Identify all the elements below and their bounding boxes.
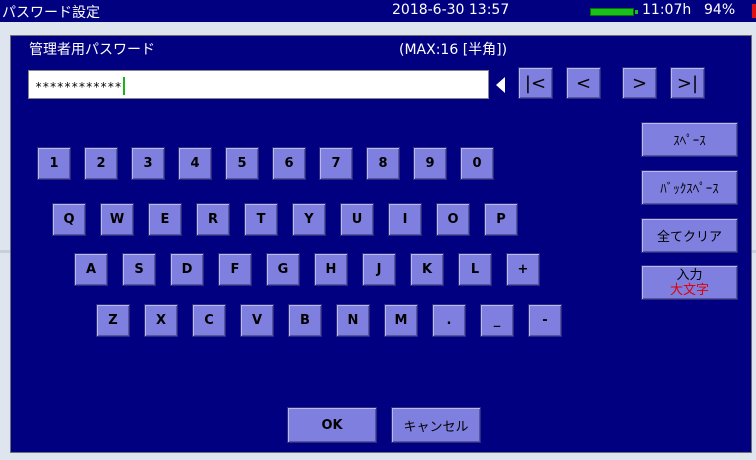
key-row4-7[interactable]: . [432,304,466,337]
key-row2-8[interactable]: O [436,203,470,236]
key-row4-4[interactable]: B [288,304,322,337]
cursor-left-triangle-icon[interactable] [496,77,505,93]
key-row4-5[interactable]: N [336,304,370,337]
key-row2-9[interactable]: P [484,203,518,236]
key-row1-8[interactable]: 9 [413,147,447,180]
datetime: 2018-6-30 13:57 [392,2,510,18]
input-mode-label: 大文字 [669,282,709,298]
key-row3-2[interactable]: D [170,253,204,286]
key-row2-0[interactable]: Q [52,203,86,236]
key-row4-0[interactable]: Z [96,304,130,337]
key-row4-9[interactable]: - [528,304,562,337]
backspace-button[interactable]: ﾊﾞｯｸｽﾍﾟｰｽ [641,170,738,205]
key-row3-7[interactable]: K [410,253,444,286]
key-row1-7[interactable]: 8 [366,147,400,180]
key-row3-6[interactable]: J [362,253,396,286]
key-row2-7[interactable]: I [388,203,422,236]
key-row1-1[interactable]: 2 [84,147,118,180]
key-row4-8[interactable]: _ [480,304,514,337]
status-bar: パスワード設定 2018-6-30 13:57 11:07h 94% [0,0,756,22]
space-button[interactable]: ｽﾍﾟｰｽ [641,122,738,157]
key-row4-6[interactable]: M [384,304,418,337]
key-row2-4[interactable]: T [244,203,278,236]
key-row1-5[interactable]: 6 [272,147,306,180]
cancel-button[interactable]: キャンセル [391,407,481,443]
key-row4-3[interactable]: V [240,304,274,337]
battery-percent: 94% [704,2,736,18]
key-row1-0[interactable]: 1 [37,147,71,180]
key-row1-6[interactable]: 7 [319,147,353,180]
input-label: 入力 [676,267,703,283]
cursor-next-button[interactable]: > [622,67,657,99]
key-row3-5[interactable]: H [314,253,348,286]
clear-all-button[interactable]: 全てクリア [641,218,738,253]
dialog-title: 管理者用パスワード [29,42,155,58]
key-row1-3[interactable]: 4 [178,147,212,180]
cursor-first-button[interactable]: |< [518,67,553,99]
cursor-prev-button[interactable]: < [566,67,601,99]
key-row4-1[interactable]: X [144,304,178,337]
key-row2-5[interactable]: Y [292,203,326,236]
battery-icon [590,8,638,16]
key-row3-8[interactable]: L [458,253,492,286]
alert-marker [752,4,756,18]
key-row3-0[interactable]: A [74,253,108,286]
key-row2-2[interactable]: E [148,203,182,236]
key-row3-4[interactable]: G [266,253,300,286]
battery-time: 11:07h [642,2,692,18]
cursor-last-button[interactable]: >| [670,67,705,99]
key-row3-9[interactable]: + [506,253,540,286]
key-row4-2[interactable]: C [192,304,226,337]
input-mode-button[interactable]: 入力 大文字 [641,265,738,300]
app-title: パスワード設定 [2,5,100,21]
key-row1-9[interactable]: 0 [460,147,494,180]
key-row1-4[interactable]: 5 [225,147,259,180]
key-row3-3[interactable]: F [218,253,252,286]
key-row2-3[interactable]: R [196,203,230,236]
password-input[interactable]: ************ [28,70,489,99]
max-length-label: (MAX:16 [半角]) [399,42,508,58]
text-caret [122,77,125,95]
key-row1-2[interactable]: 3 [131,147,165,180]
ok-button[interactable]: OK [287,407,377,443]
password-value: ************ [35,80,122,94]
key-row2-6[interactable]: U [340,203,374,236]
key-row2-1[interactable]: W [100,203,134,236]
key-row3-1[interactable]: S [122,253,156,286]
